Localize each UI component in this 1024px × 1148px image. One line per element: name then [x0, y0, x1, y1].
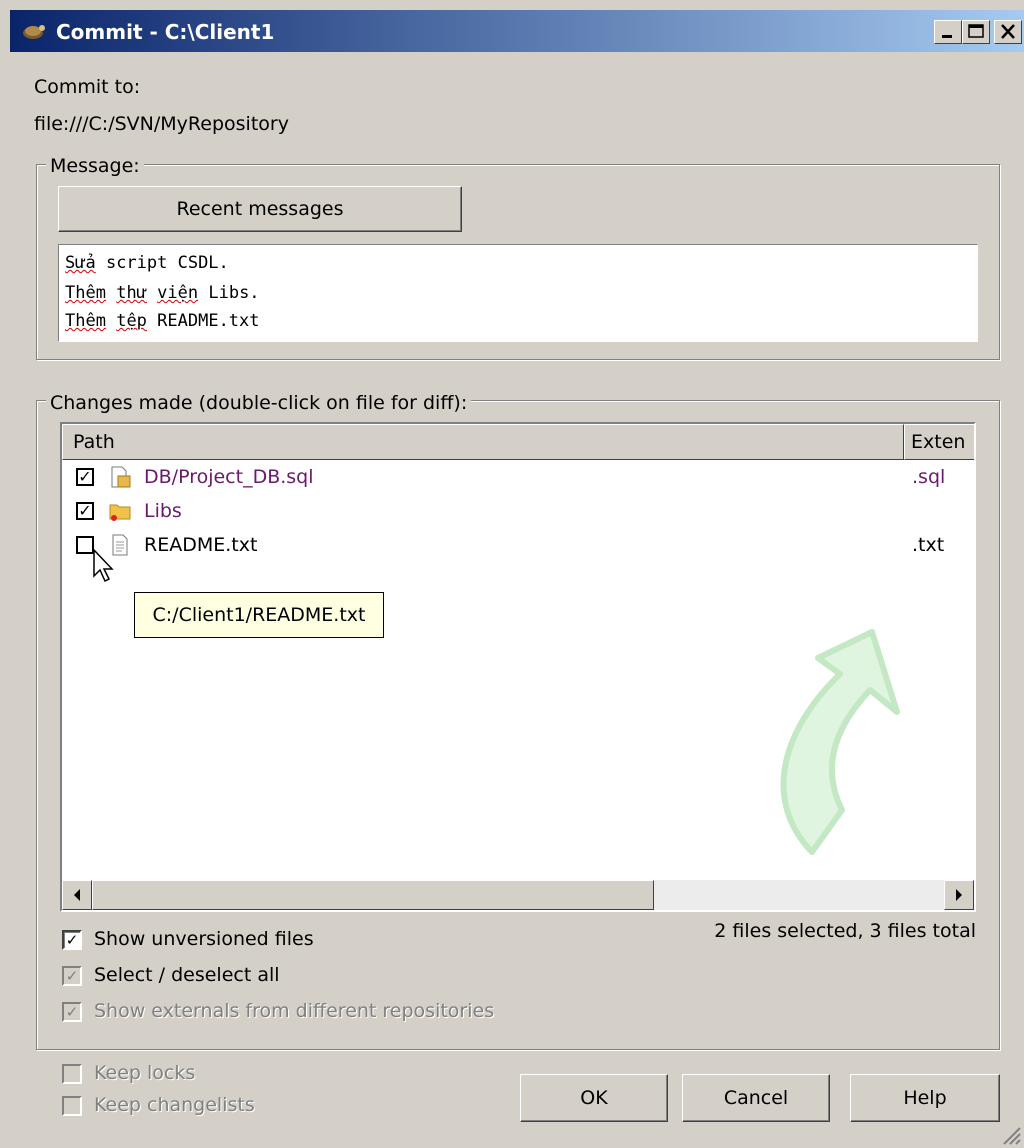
arrow-right-icon [956, 889, 962, 901]
scroll-right-button[interactable] [944, 880, 974, 910]
minimize-icon [942, 35, 952, 38]
commit-watermark-icon [780, 629, 900, 855]
arrow-left-icon [74, 889, 80, 901]
show-externals-checkbox[interactable]: ✓ [62, 1002, 82, 1022]
table-row[interactable]: ✓ DB/Project_DB.sql .sql [62, 462, 974, 494]
show-unversioned-checkbox[interactable]: ✓ [62, 930, 82, 950]
recent-messages-button[interactable]: Recent messages [58, 186, 462, 232]
close-icon [1001, 24, 1015, 39]
select-all-checkbox[interactable]: ✓ [62, 966, 82, 986]
column-header-extension[interactable]: Exten [904, 424, 974, 460]
scrollbar-thumb[interactable] [92, 880, 654, 910]
horizontal-scrollbar[interactable] [62, 880, 974, 910]
maximize-button[interactable] [962, 20, 990, 44]
close-button[interactable] [994, 20, 1022, 44]
row-checkbox[interactable]: ✓ [76, 502, 94, 520]
selection-status: 2 files selected, 3 files total [714, 920, 976, 942]
keep-locks-label[interactable]: Keep locks [94, 1062, 195, 1084]
row-checkbox[interactable]: ✓ [76, 468, 94, 486]
keep-locks-checkbox[interactable] [62, 1064, 82, 1084]
scroll-left-button[interactable] [62, 880, 92, 910]
resize-grip-icon[interactable] [1000, 1124, 1022, 1146]
select-all-label[interactable]: Select / deselect all [94, 964, 280, 986]
message-textarea[interactable]: Sửa script CSDL. Thêm thư viện Libs. Thê… [58, 244, 978, 342]
keep-changelists-checkbox[interactable] [62, 1096, 82, 1116]
maximize-icon [968, 24, 984, 38]
table-row[interactable]: ✓ Libs [62, 496, 974, 528]
repository-url: file:///C:/SVN/MyRepository [34, 113, 289, 135]
window-title: Commit - C:\Client1 [56, 20, 275, 44]
help-button[interactable]: Help [850, 1074, 1000, 1122]
minimize-button[interactable] [934, 20, 962, 44]
message-line-1: Sửa script CSDL. [65, 253, 229, 273]
file-extension: .sql [912, 466, 946, 488]
path-tooltip: C:/Client1/README.txt [134, 592, 384, 638]
title-bar[interactable]: Commit - C:\Client1 [10, 10, 1024, 52]
column-header-path[interactable]: Path [62, 424, 904, 460]
file-path: Libs [144, 500, 182, 522]
show-unversioned-label[interactable]: Show unversioned files [94, 928, 314, 950]
cancel-button[interactable]: Cancel [682, 1074, 830, 1122]
changes-group-label: Changes made (double-click on file for d… [46, 392, 472, 414]
message-line-3: Thêm tệp README.txt [65, 311, 260, 331]
file-extension: .txt [912, 534, 945, 556]
show-externals-label[interactable]: Show externals from different repositori… [94, 1000, 494, 1022]
ok-button[interactable]: OK [520, 1074, 668, 1122]
message-line-2: Thêm thư viện Libs. [65, 283, 260, 303]
file-path: DB/Project_DB.sql [144, 466, 314, 488]
sql-file-icon [111, 466, 131, 488]
table-row[interactable]: README.txt .txt [62, 530, 974, 562]
folder-icon [109, 504, 131, 521]
keep-changelists-label[interactable]: Keep changelists [94, 1094, 255, 1116]
file-list[interactable]: Path Exten ✓ DB/Project_DB.sql .sql ✓ Li… [60, 422, 976, 912]
file-path: README.txt [144, 534, 258, 556]
commit-to-label: Commit to: [34, 76, 141, 98]
message-group-label: Message: [46, 155, 144, 177]
tortoise-icon [23, 25, 45, 39]
mouse-cursor-icon [93, 548, 114, 583]
